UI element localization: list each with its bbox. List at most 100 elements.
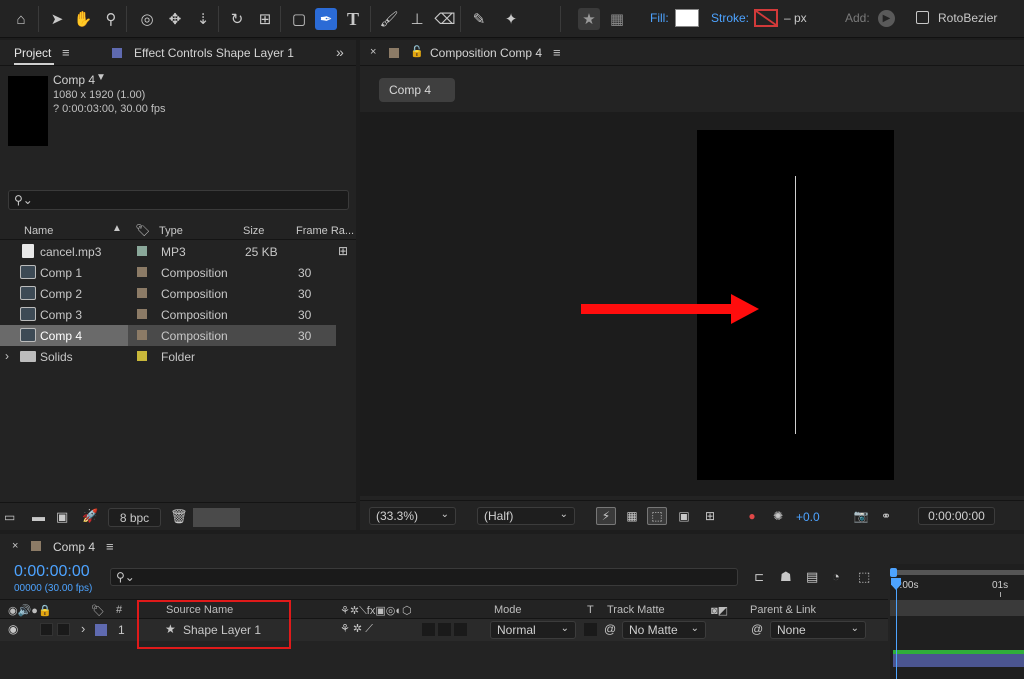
column-name[interactable]: Name xyxy=(24,225,53,237)
interpret-footage-icon[interactable]: ▭ xyxy=(4,510,15,524)
tab-effect-controls[interactable]: Effect Controls Shape Layer 1 xyxy=(134,46,294,60)
label-color-swatch[interactable] xyxy=(137,309,147,319)
hand-tool-icon[interactable]: ✋ xyxy=(72,8,94,30)
zoom-dropdown[interactable]: (33.3%) ⌄ xyxy=(369,507,456,525)
panel-menu-icon[interactable]: ≡ xyxy=(106,539,114,554)
work-area-bar[interactable] xyxy=(894,570,1024,575)
composition-viewer[interactable] xyxy=(360,112,1024,496)
label-color-swatch[interactable] xyxy=(137,330,147,340)
trash-icon[interactable]: 🗑 xyxy=(170,508,188,525)
graph-editor-icon[interactable]: ⬚ xyxy=(858,569,870,585)
stroke-swatch[interactable] xyxy=(754,9,778,27)
layer-row[interactable]: ◉ › 1 ★ Shape Layer 1 ⚘ ✲ ⟋ Normal ⌄ @ N… xyxy=(0,619,888,641)
comp-name[interactable]: Comp 4 xyxy=(53,73,95,87)
av-features-icons[interactable]: ◉🔊●🔒 xyxy=(8,604,52,617)
layer-switches-icons[interactable]: ⚘ ✲ ⟋ xyxy=(340,622,373,636)
pen-tool-icon[interactable]: ✒ xyxy=(315,8,337,30)
sort-ascending-icon[interactable]: ▲ xyxy=(112,223,122,234)
pan-camera-icon[interactable]: ✥ xyxy=(164,8,186,30)
reset-exposure-icon[interactable]: ✺ xyxy=(768,507,788,525)
label-color-swatch[interactable] xyxy=(137,351,147,361)
column-parent-link[interactable]: Parent & Link xyxy=(750,604,816,616)
close-icon[interactable]: × xyxy=(370,46,376,58)
dolly-camera-icon[interactable]: ⇣ xyxy=(192,8,214,30)
column-track-matte[interactable]: Track Matte xyxy=(607,604,665,616)
preserve-transparency-checkbox[interactable] xyxy=(584,623,597,636)
project-item-row[interactable]: Comp 1 Composition 30 xyxy=(0,262,336,283)
render-queue-icon[interactable]: 🚀 xyxy=(82,508,98,524)
home-icon[interactable]: ⌂ xyxy=(10,8,32,30)
timeline-search-input[interactable]: ⚲⌄ xyxy=(110,568,738,586)
orbit-camera-icon[interactable]: ◎ xyxy=(136,8,158,30)
bit-depth-button[interactable]: 8 bpc xyxy=(108,508,161,527)
blend-mode-dropdown[interactable]: Normal ⌄ xyxy=(490,621,576,639)
comp-breadcrumb[interactable]: Comp 4 xyxy=(379,78,455,102)
roto-brush-tool-icon[interactable]: ✎ xyxy=(468,8,490,30)
eraser-tool-icon[interactable]: ⌫ xyxy=(434,8,456,30)
fast-previews-icon[interactable]: ⚡ xyxy=(596,507,616,525)
layer-label-swatch[interactable] xyxy=(95,624,107,636)
tab-project[interactable]: Project xyxy=(14,46,51,60)
network-flow-icon[interactable]: ⊞ xyxy=(338,244,348,258)
rotation-tool-icon[interactable]: ↻ xyxy=(226,8,248,30)
work-area-start-handle[interactable] xyxy=(890,568,897,577)
audio-toggle[interactable] xyxy=(40,623,53,636)
project-item-row[interactable]: cancel.mp3 MP3 25 KB ⊞ xyxy=(0,241,348,262)
new-composition-icon[interactable]: ▣ xyxy=(56,509,68,525)
panel-menu-icon[interactable]: ≡ xyxy=(553,45,561,60)
column-number[interactable]: # xyxy=(116,604,122,616)
panel-menu-icon[interactable]: ≡ xyxy=(62,45,70,60)
panel-overflow-icon[interactable]: » xyxy=(336,44,344,60)
exposure-value[interactable]: +0.0 xyxy=(796,510,820,524)
column-t[interactable]: T xyxy=(587,604,594,616)
label-color-swatch[interactable] xyxy=(137,267,147,277)
project-item-row[interactable]: Comp 3 Composition 30 xyxy=(0,304,336,325)
fill-swatch[interactable] xyxy=(675,9,699,27)
solo-toggle[interactable] xyxy=(57,623,70,636)
add-property-button[interactable]: ▶ xyxy=(878,10,895,27)
switch-box[interactable] xyxy=(454,623,467,636)
column-size[interactable]: Size xyxy=(243,225,264,237)
comp-flowchart-icon[interactable]: ⊏ xyxy=(754,570,764,584)
switch-box[interactable] xyxy=(422,623,435,636)
grid-guides-icon[interactable]: ⊞ xyxy=(700,507,720,525)
motion-blur-icon[interactable]: ◔ xyxy=(832,569,840,584)
label-tag-icon[interactable]: 🏷 xyxy=(91,604,105,617)
star-icon[interactable]: ★ xyxy=(578,8,600,30)
project-item-row[interactable]: Comp 2 Composition 30 xyxy=(0,283,336,304)
clone-stamp-tool-icon[interactable]: ⊥ xyxy=(406,8,428,30)
layer-duration-bar[interactable] xyxy=(893,654,1024,667)
chevron-right-icon[interactable]: › xyxy=(81,621,85,636)
close-icon[interactable]: × xyxy=(12,540,18,552)
pan-behind-tool-icon[interactable]: ⊞ xyxy=(254,8,276,30)
eye-icon[interactable]: ◉ xyxy=(8,622,18,636)
brush-tool-icon[interactable]: 🖌 xyxy=(378,8,400,30)
shape-path-line[interactable] xyxy=(795,176,796,434)
checker-grid-icon[interactable]: ▦ xyxy=(606,8,628,30)
transparency-grid-icon[interactable]: ▦ xyxy=(622,507,642,525)
type-tool-icon[interactable]: T xyxy=(342,8,364,30)
shy-layers-icon[interactable]: ☗ xyxy=(780,569,792,585)
new-folder-icon[interactable]: ▬ xyxy=(32,509,45,524)
frame-blending-icon[interactable]: ▤ xyxy=(806,569,818,585)
resolution-dropdown[interactable]: (Half) ⌄ xyxy=(477,507,575,525)
matte-spiral-icon[interactable]: @ xyxy=(604,622,616,636)
color-channels-icon[interactable]: ● xyxy=(742,507,762,525)
pick-whip-icon[interactable]: @ xyxy=(751,622,763,636)
region-of-interest-icon[interactable]: ▣ xyxy=(674,507,694,525)
lock-icon[interactable]: 🔓 xyxy=(410,45,424,58)
rectangle-tool-icon[interactable]: ▢ xyxy=(288,8,310,30)
selection-tool-icon[interactable]: ➤ xyxy=(46,8,68,30)
switch-box[interactable] xyxy=(438,623,451,636)
stroke-width-value[interactable]: – px xyxy=(784,11,807,25)
tab-composition[interactable]: Composition Comp 4 xyxy=(430,46,542,60)
chevron-down-icon[interactable]: ▼ xyxy=(96,72,106,83)
track-matte-dropdown[interactable]: No Matte ⌄ xyxy=(622,621,706,639)
chevron-right-icon[interactable]: › xyxy=(5,349,9,363)
rotobezier-checkbox[interactable] xyxy=(916,11,929,24)
switches-icons[interactable]: ⚘✲⟍fx▣◎◐⬡ xyxy=(340,604,412,618)
label-tag-icon[interactable]: 🏷 xyxy=(135,223,150,237)
label-color-swatch[interactable] xyxy=(137,288,147,298)
mask-visibility-icon[interactable]: ⬚ xyxy=(647,507,667,525)
puppet-pin-tool-icon[interactable]: ✦ xyxy=(500,8,522,30)
